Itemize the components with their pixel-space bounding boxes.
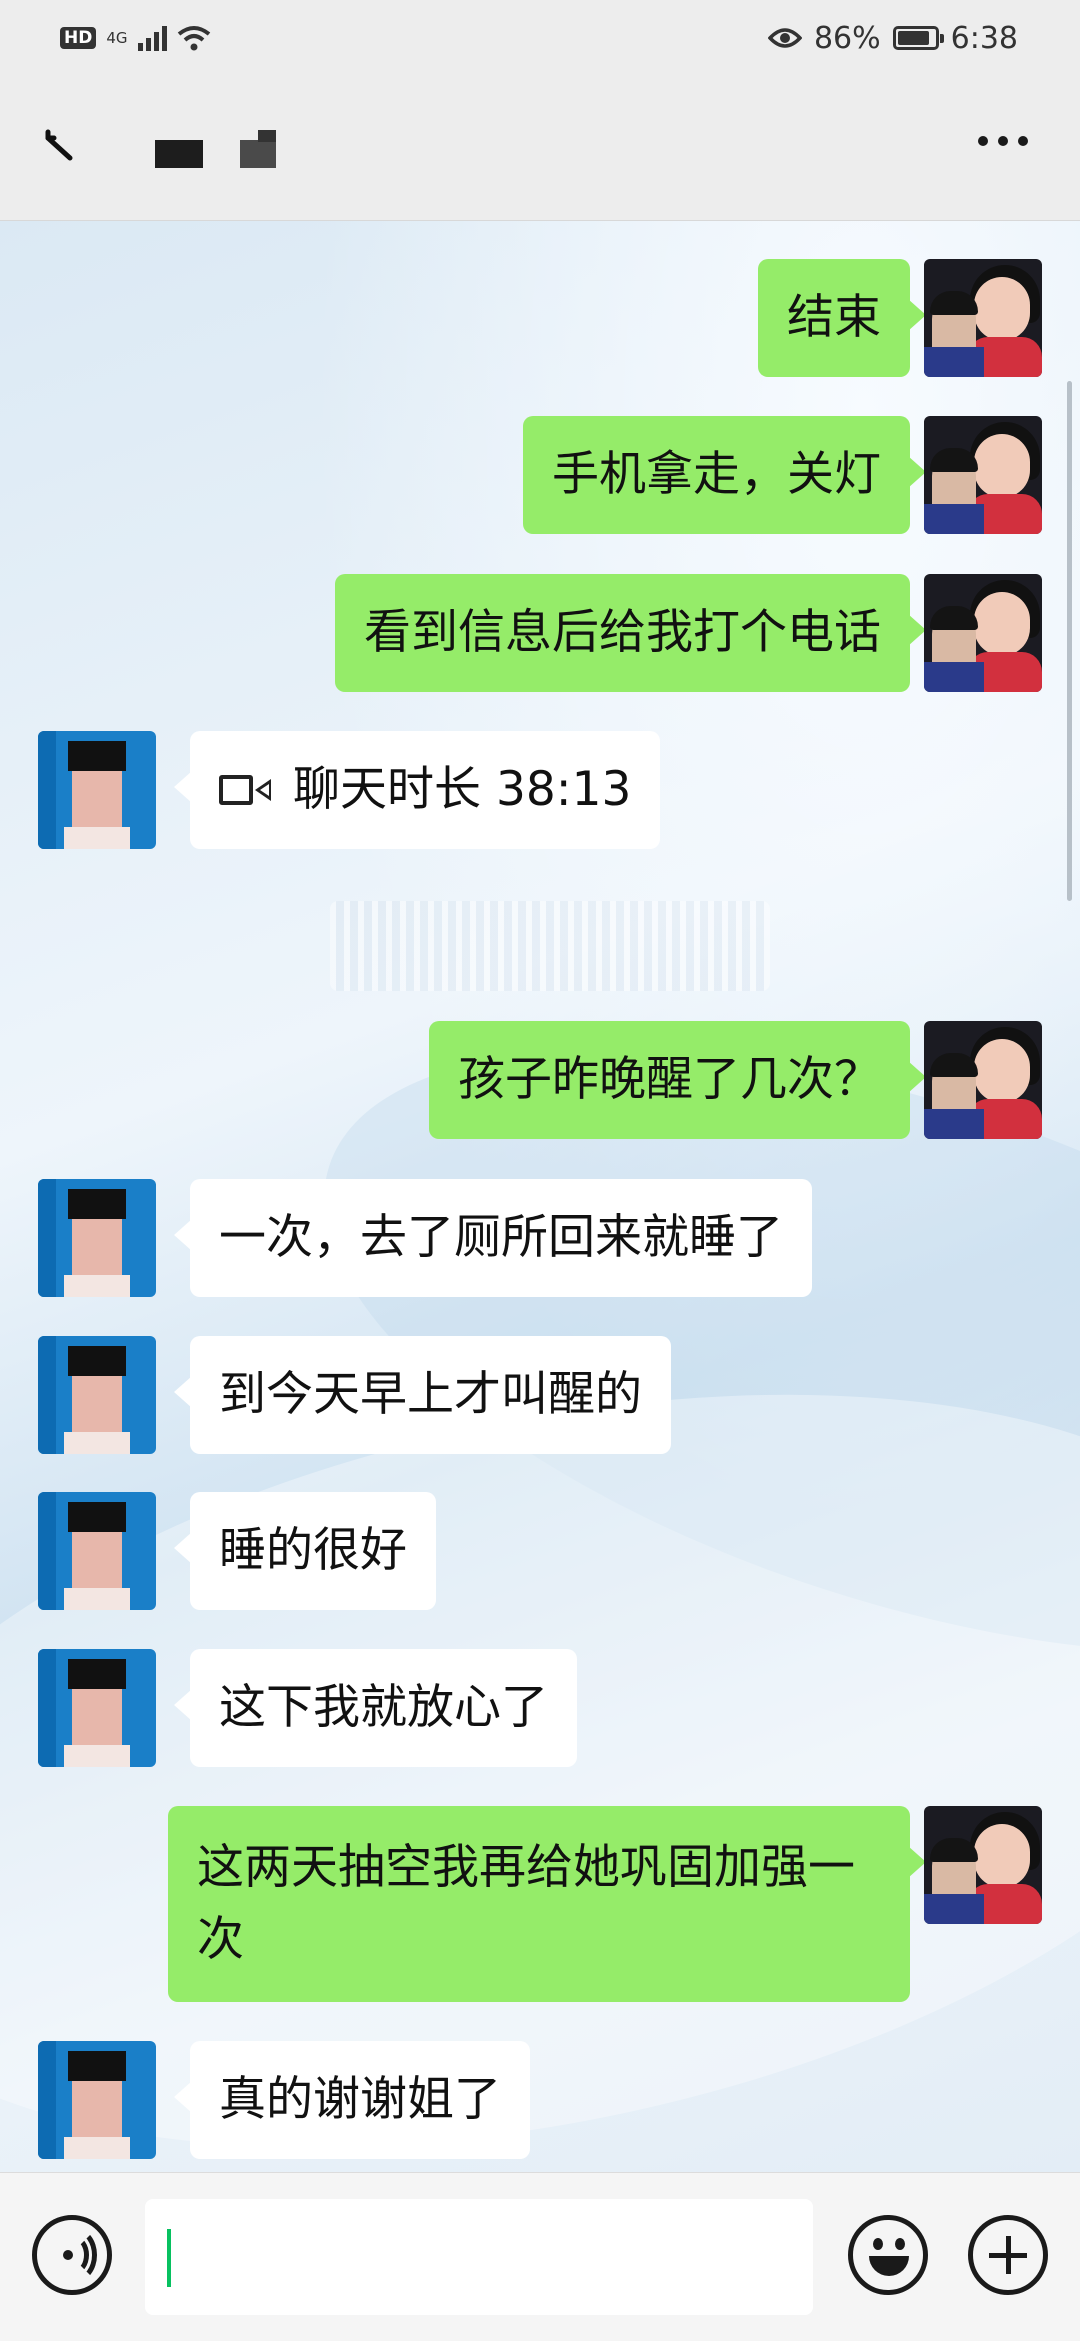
network-type: 4G (106, 29, 128, 47)
emoji-icon (873, 2238, 883, 2250)
wifi-icon (177, 26, 210, 51)
status-bar: HD 4G 86% 6:38 (0, 0, 1080, 74)
hd-badge: HD (60, 27, 97, 49)
scrollbar[interactable] (1067, 381, 1072, 901)
input-bar (0, 2172, 1080, 2341)
my-message-bubble[interactable]: 看到信息后给我打个电话 (335, 574, 926, 692)
my-message-bubble[interactable]: 孩子昨晚醒了几次？ (429, 1021, 926, 1139)
my-avatar[interactable] (924, 1806, 1042, 1924)
message-input[interactable] (145, 2199, 813, 2315)
contact-message-bubble[interactable]: 真的谢谢姐了 (174, 2041, 530, 2159)
contact-avatar[interactable] (38, 2041, 156, 2159)
chat-header (0, 74, 1080, 221)
more-functions-button[interactable] (968, 2215, 1048, 2295)
emoji-button[interactable] (848, 2215, 928, 2295)
contact-message-bubble[interactable]: 这下我就放心了 (174, 1649, 577, 1767)
video-call-record[interactable]: 聊天时长 38:13 (173, 731, 661, 849)
status-right: 86% 6:38 (767, 14, 1018, 62)
my-avatar[interactable] (924, 574, 1042, 692)
battery-icon (892, 26, 944, 50)
my-message-bubble[interactable]: 手机拿走，关灯 (523, 416, 926, 534)
contact-message-bubble[interactable]: 到今天早上才叫醒的 (174, 1336, 671, 1454)
contact-message-bubble[interactable]: 一次，去了厕所回来就睡了 (174, 1179, 812, 1297)
status-left: HD 4G (60, 18, 211, 58)
text-caret (167, 2229, 171, 2287)
clock: 6:38 (950, 20, 1018, 56)
contact-avatar[interactable] (38, 1492, 156, 1610)
my-avatar[interactable] (924, 416, 1042, 534)
back-arrow-icon[interactable] (40, 122, 90, 172)
contact-message-bubble[interactable]: 睡的很好 (174, 1492, 436, 1610)
call-duration-text: 聊天时长 38:13 (293, 762, 632, 817)
contact-avatar[interactable] (38, 1336, 156, 1454)
my-message-bubble[interactable]: 这两天抽空我再给她巩固加强一次 (168, 1806, 926, 2002)
contact-avatar[interactable] (38, 1649, 156, 1767)
my-message-bubble[interactable]: 结束 (758, 259, 926, 377)
my-avatar[interactable] (924, 1021, 1042, 1139)
message-list[interactable]: 结束 手机拿走，关灯 看到信息后给我打个电话 聊天时长 38:13 孩子昨晚醒了… (0, 221, 1080, 2172)
video-camera-icon (219, 773, 271, 807)
contact-avatar[interactable] (38, 731, 156, 849)
contact-avatar[interactable] (38, 1179, 156, 1297)
eye-icon (767, 28, 802, 48)
voice-input-button[interactable] (32, 2215, 112, 2295)
my-avatar[interactable] (924, 259, 1042, 377)
obscured-timestamp (330, 901, 770, 991)
more-options-icon[interactable] (978, 136, 1028, 146)
signal-icon (137, 25, 167, 51)
battery-percent: 86% (813, 20, 881, 56)
